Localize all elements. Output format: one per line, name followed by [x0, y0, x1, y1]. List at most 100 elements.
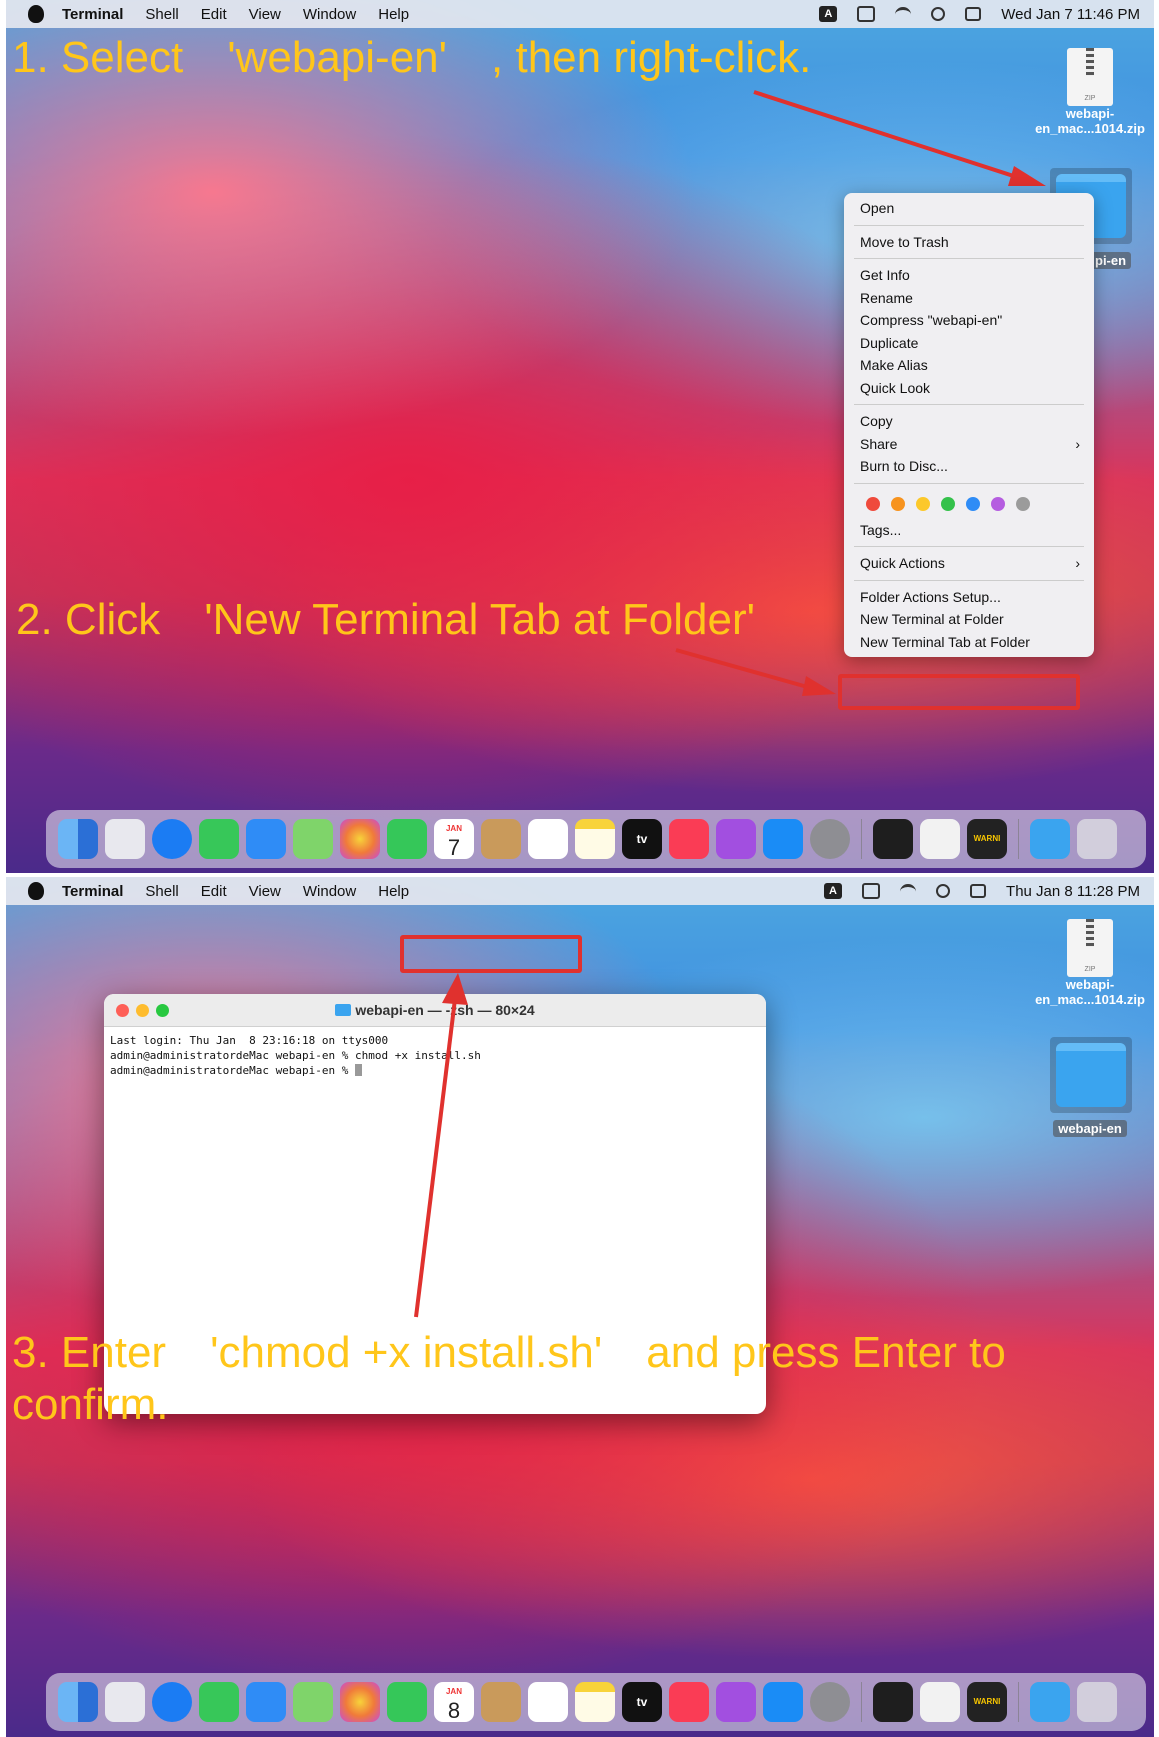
maps-icon[interactable] — [293, 1682, 333, 1722]
console-warning-label: WARNI — [973, 1697, 1001, 1706]
photos-icon[interactable] — [340, 819, 380, 859]
menu-item-share[interactable]: Share › — [844, 433, 1094, 456]
app-store-icon[interactable] — [763, 1682, 803, 1722]
tag-colors — [844, 489, 1094, 519]
instruction-step-3-line1: 3. Enter 'chmod +x install.sh' and press… — [12, 1328, 1006, 1377]
downloads-folder-icon[interactable] — [1030, 819, 1070, 859]
menu-item-duplicate[interactable]: Duplicate — [844, 332, 1094, 355]
apple-tv-icon[interactable]: tv — [622, 1682, 662, 1722]
calendar-month: JAN — [445, 824, 462, 833]
tag-color-dot[interactable] — [916, 496, 930, 511]
chevron-right-icon: › — [1075, 555, 1080, 571]
contacts-icon[interactable] — [481, 1682, 521, 1722]
annotation-arrows — [414, 973, 468, 1318]
photos-icon[interactable] — [340, 1682, 380, 1722]
mail-icon[interactable] — [246, 1682, 286, 1722]
launchpad-icon[interactable] — [105, 819, 145, 859]
facetime-icon[interactable] — [387, 819, 427, 859]
console-icon[interactable]: WARNI — [967, 819, 1007, 859]
tag-color-dot[interactable] — [991, 496, 1005, 511]
tag-color-dot[interactable] — [941, 496, 955, 511]
menu-item-open[interactable]: Open — [844, 197, 1094, 220]
menu-item-tags[interactable]: Tags... — [844, 519, 1094, 542]
textedit-icon[interactable] — [920, 1682, 960, 1722]
menu-item-rename[interactable]: Rename — [844, 287, 1094, 310]
menu-item-make-alias[interactable]: Make Alias — [844, 354, 1094, 377]
downloads-folder-icon[interactable] — [1030, 1682, 1070, 1722]
menu-item-new-terminal[interactable]: New Terminal at Folder — [844, 608, 1094, 631]
menu-item-burn[interactable]: Burn to Disc... — [844, 455, 1094, 478]
zip-label-line2: en_mac...1014.zip — [1035, 121, 1145, 136]
dock-separator — [861, 819, 862, 859]
safari-icon[interactable] — [152, 1682, 192, 1722]
system-preferences-icon[interactable] — [810, 1682, 850, 1722]
zip-label-line1: webapi- — [1065, 106, 1115, 121]
contacts-icon[interactable] — [481, 819, 521, 859]
notes-icon[interactable] — [575, 819, 615, 859]
safari-icon[interactable] — [152, 819, 192, 859]
trash-icon[interactable] — [1077, 1682, 1117, 1722]
zip-icon: ZIP — [1067, 48, 1113, 106]
mail-icon[interactable] — [246, 819, 286, 859]
calendar-icon[interactable]: JAN 7 — [434, 819, 474, 860]
dock: JAN 7 tv WARNI — [46, 810, 1146, 868]
reminders-icon[interactable] — [528, 1682, 568, 1722]
calendar-month: JAN — [445, 1687, 462, 1696]
tag-color-dot[interactable] — [966, 496, 980, 511]
highlight-box-new-terminal-tab — [838, 674, 1080, 710]
arrow-head-3 — [442, 973, 468, 1005]
calendar-icon[interactable]: JAN 8 — [434, 1682, 474, 1723]
dock: JAN 8 tv WARNI — [46, 1673, 1146, 1731]
dock-separator — [1018, 819, 1019, 859]
zip-badge: ZIP — [1084, 95, 1096, 102]
menu-separator — [854, 224, 1084, 226]
menu-item-quick-actions[interactable]: Quick Actions › — [844, 552, 1094, 575]
system-preferences-icon[interactable] — [810, 819, 850, 859]
dock-separator — [1018, 1682, 1019, 1722]
arrow-head-1 — [1008, 166, 1046, 186]
textedit-icon[interactable] — [920, 819, 960, 859]
menu-item-move-to-trash[interactable]: Move to Trash — [844, 231, 1094, 254]
music-icon[interactable] — [669, 1682, 709, 1722]
finder-icon[interactable] — [58, 819, 98, 859]
arrow-head-2 — [802, 676, 836, 696]
zip-file-icon[interactable]: ZIP webapi- en_mac...1014.zip — [1030, 48, 1150, 136]
launchpad-icon[interactable] — [105, 1682, 145, 1722]
messages-icon[interactable] — [199, 819, 239, 859]
trash-icon[interactable] — [1077, 819, 1117, 859]
menu-item-get-info[interactable]: Get Info — [844, 264, 1094, 287]
music-icon[interactable] — [669, 819, 709, 859]
maps-icon[interactable] — [293, 819, 333, 859]
calendar-day: 7 — [447, 835, 461, 860]
screenshot-step-1: Terminal Shell Edit View Window Help A W… — [6, 0, 1154, 873]
menu-item-copy[interactable]: Copy — [844, 410, 1094, 433]
menu-item-folder-actions[interactable]: Folder Actions Setup... — [844, 586, 1094, 609]
context-menu: Open Move to Trash Get Info Rename Compr… — [844, 193, 1094, 657]
screenshot-step-2: Terminal Shell Edit View Window Help A T… — [6, 877, 1154, 1737]
menu-item-compress[interactable]: Compress "webapi-en" — [844, 309, 1094, 332]
apple-tv-icon[interactable]: tv — [622, 819, 662, 859]
app-store-icon[interactable] — [763, 819, 803, 859]
facetime-icon[interactable] — [387, 1682, 427, 1722]
console-icon[interactable]: WARNI — [967, 1682, 1007, 1722]
podcasts-icon[interactable] — [716, 1682, 756, 1722]
calendar-day: 8 — [447, 1698, 461, 1723]
menu-separator — [854, 546, 1084, 547]
tag-color-dot[interactable] — [891, 496, 905, 511]
quick-actions-label: Quick Actions — [860, 555, 945, 571]
messages-icon[interactable] — [199, 1682, 239, 1722]
podcasts-icon[interactable] — [716, 819, 756, 859]
notes-icon[interactable] — [575, 1682, 615, 1722]
menu-separator — [854, 258, 1084, 259]
tag-color-dot[interactable] — [1016, 496, 1030, 511]
terminal-icon[interactable] — [873, 819, 913, 859]
menu-item-new-terminal-tab[interactable]: New Terminal Tab at Folder — [844, 631, 1094, 654]
reminders-icon[interactable] — [528, 819, 568, 859]
tag-color-dot[interactable] — [866, 496, 880, 511]
finder-icon[interactable] — [58, 1682, 98, 1722]
arrow-to-folder — [753, 90, 1027, 182]
menu-separator — [854, 579, 1084, 581]
terminal-icon[interactable] — [873, 1682, 913, 1722]
chevron-right-icon: › — [1075, 435, 1080, 452]
menu-item-quick-look[interactable]: Quick Look — [844, 377, 1094, 400]
